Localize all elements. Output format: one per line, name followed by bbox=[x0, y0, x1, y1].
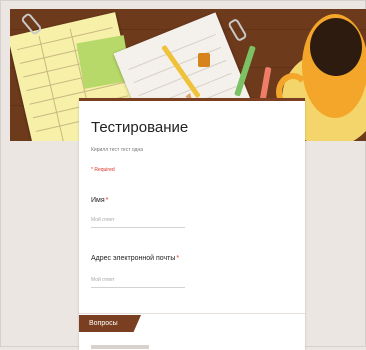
section-divider bbox=[79, 313, 305, 314]
question-email-label: Адрес электронной почты* bbox=[91, 255, 179, 262]
section-header: Вопросы bbox=[79, 315, 141, 332]
required-asterisk: * bbox=[176, 255, 180, 262]
answer-placeholder: Мой ответ bbox=[91, 277, 115, 283]
coffee-illustration bbox=[310, 18, 362, 76]
required-asterisk: * bbox=[105, 197, 109, 204]
paperclip-icon bbox=[227, 17, 248, 43]
question-name-label: Имя* bbox=[91, 197, 108, 204]
question-label: Имя bbox=[91, 197, 105, 204]
email-answer-field[interactable]: Мой ответ bbox=[91, 275, 185, 288]
form-title: Тестирование bbox=[91, 119, 189, 136]
answer-placeholder: Мой ответ bbox=[91, 217, 115, 223]
required-note: * Required bbox=[91, 167, 115, 173]
question-label: Адрес электронной почты bbox=[91, 255, 176, 262]
name-answer-field[interactable]: Мой ответ bbox=[91, 215, 185, 228]
form-description: Кирилл тест тест одна bbox=[91, 147, 144, 153]
form-card: Тестирование Кирилл тест тест одна * Req… bbox=[79, 98, 305, 350]
binder-clip-icon bbox=[198, 53, 210, 67]
next-question-placeholder bbox=[91, 345, 149, 349]
